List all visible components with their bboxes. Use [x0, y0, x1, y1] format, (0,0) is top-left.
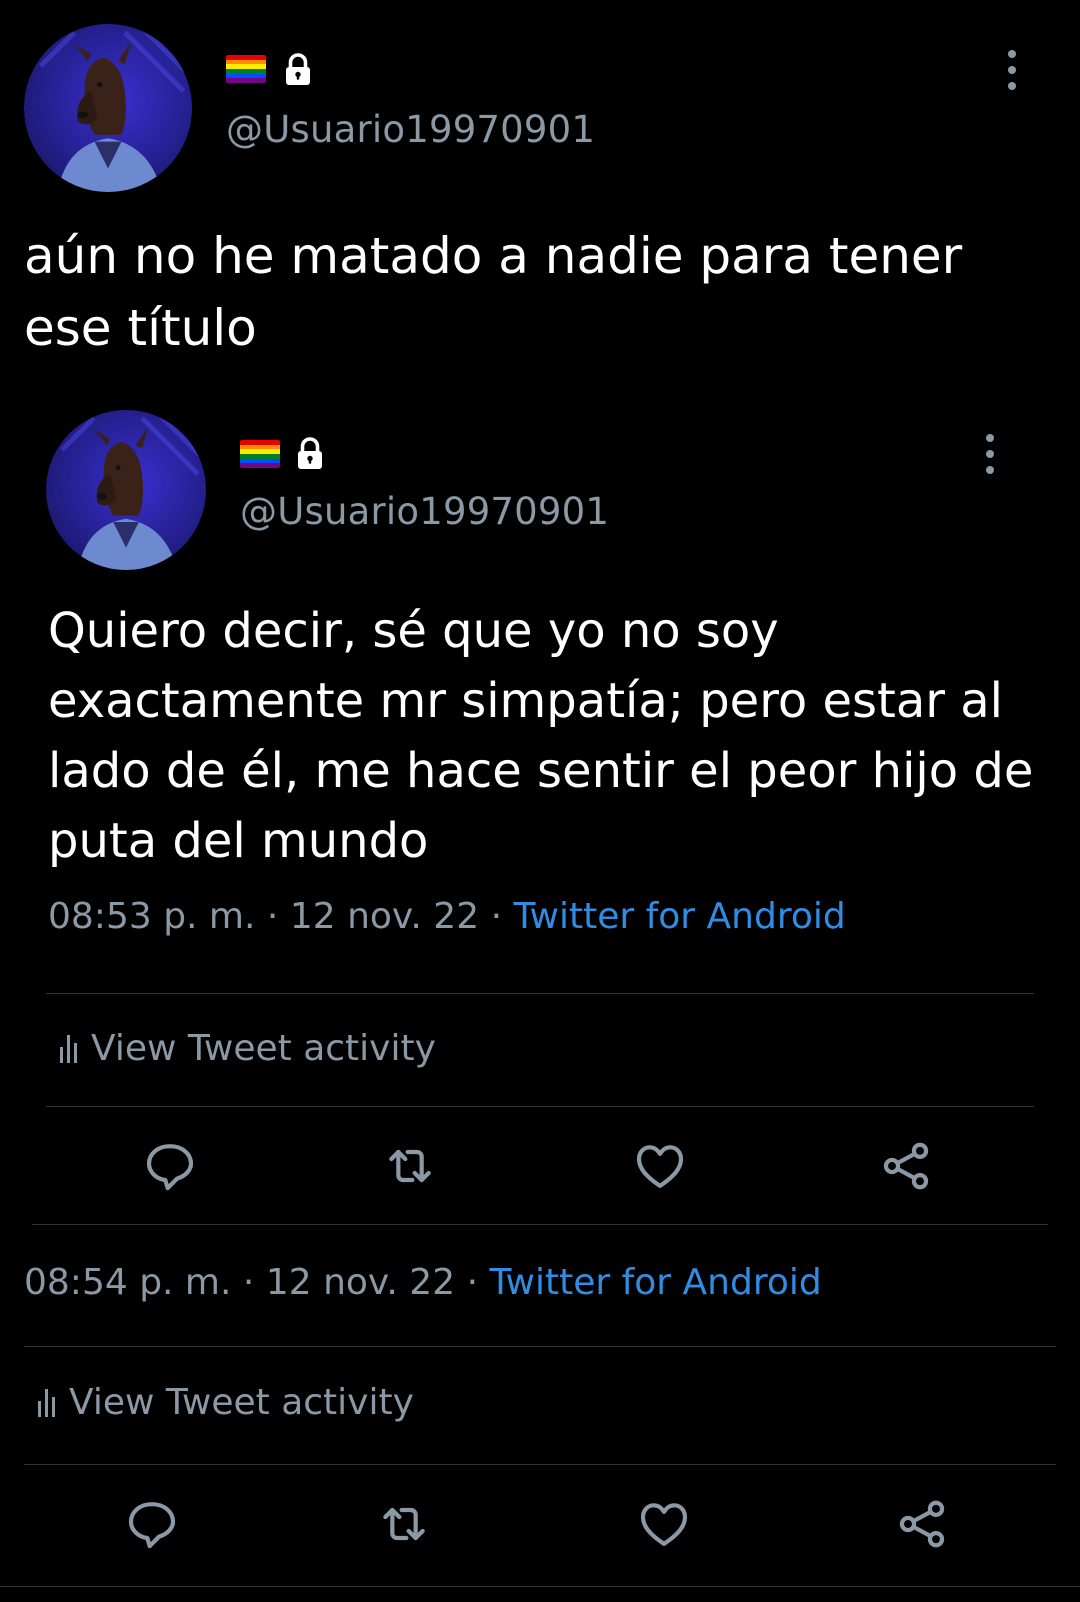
activity-label: View Tweet activity — [69, 1382, 414, 1423]
quoted-tweet-meta: 08:53 p. m. · 12 nov. 22 · Twitter for A… — [48, 896, 846, 937]
quoted-tweet-bottom-divider — [32, 1224, 1048, 1225]
tweet-date: 12 nov. 22 — [265, 1262, 456, 1303]
rainbow-flag-icon — [240, 440, 280, 468]
view-tweet-activity[interactable]: View Tweet activity — [38, 1382, 414, 1423]
divider — [46, 1106, 1034, 1107]
lock-icon — [298, 437, 322, 469]
activity-label: View Tweet activity — [91, 1028, 436, 1069]
divider — [0, 1586, 1080, 1587]
tweet-date: 12 nov. 22 — [289, 896, 480, 937]
divider — [24, 1346, 1056, 1347]
like-button[interactable] — [636, 1496, 692, 1552]
tweet-text: aún no he matado a nadie para tener ese … — [24, 227, 979, 357]
lock-icon — [286, 53, 310, 85]
tweet-time: 08:53 p. m. — [48, 896, 256, 937]
avatar-image — [60, 411, 205, 570]
retweet-icon — [389, 1149, 431, 1183]
user-handle[interactable]: @Usuario19970901 — [226, 108, 595, 151]
retweet-button[interactable] — [382, 1138, 438, 1194]
reply-button[interactable] — [142, 1138, 198, 1194]
retweet-button[interactable] — [376, 1496, 432, 1552]
avatar-image — [39, 25, 191, 192]
meta-separator: · — [242, 1262, 255, 1303]
quoted-tweet-text: Quiero decir, sé que yo no soy exactamen… — [48, 603, 1049, 869]
meta-separator: · — [266, 896, 279, 937]
tweet-meta: 08:54 p. m. · 12 nov. 22 · Twitter for A… — [24, 1262, 822, 1303]
more-options-icon[interactable] — [1004, 50, 1020, 90]
tweet-source-link[interactable]: Twitter for Android — [489, 1262, 821, 1303]
like-button[interactable] — [632, 1138, 688, 1194]
meta-separator: · — [466, 1262, 479, 1303]
activity-icon — [60, 1034, 77, 1063]
like-icon — [640, 1503, 688, 1546]
activity-icon — [38, 1388, 55, 1417]
retweet-icon — [383, 1507, 425, 1541]
share-icon — [899, 1500, 945, 1548]
like-icon — [636, 1145, 684, 1188]
tweet-source-link[interactable]: Twitter for Android — [513, 896, 845, 937]
quoted-user-handle[interactable]: @Usuario19970901 — [240, 490, 609, 533]
avatar[interactable] — [24, 24, 192, 192]
share-icon — [883, 1142, 929, 1190]
share-button[interactable] — [894, 1496, 950, 1552]
tweet-time: 08:54 p. m. — [24, 1262, 232, 1303]
quoted-avatar[interactable] — [46, 410, 206, 570]
reply-button[interactable] — [124, 1496, 180, 1552]
divider — [46, 993, 1034, 994]
view-tweet-activity[interactable]: View Tweet activity — [60, 1028, 436, 1069]
meta-separator: · — [490, 896, 503, 937]
reply-icon — [146, 1144, 194, 1191]
reply-icon — [128, 1502, 176, 1549]
rainbow-flag-icon — [226, 55, 266, 83]
divider — [24, 1464, 1056, 1465]
share-button[interactable] — [878, 1138, 934, 1194]
more-options-icon[interactable] — [982, 434, 998, 474]
